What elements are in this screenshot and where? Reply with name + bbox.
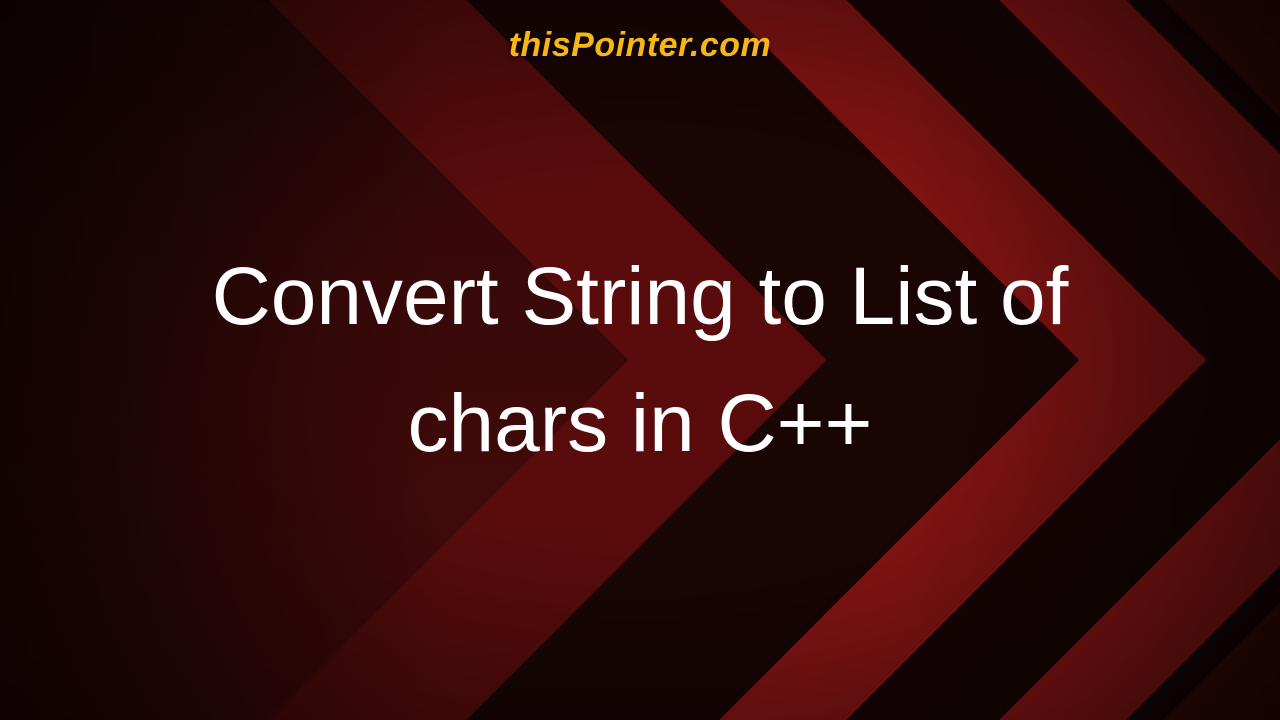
page-title: Convert String to List of chars in C++: [100, 233, 1180, 487]
banner-graphic: thisPointer.com Convert String to List o…: [0, 0, 1280, 720]
headline-wrap: Convert String to List of chars in C++: [0, 0, 1280, 720]
